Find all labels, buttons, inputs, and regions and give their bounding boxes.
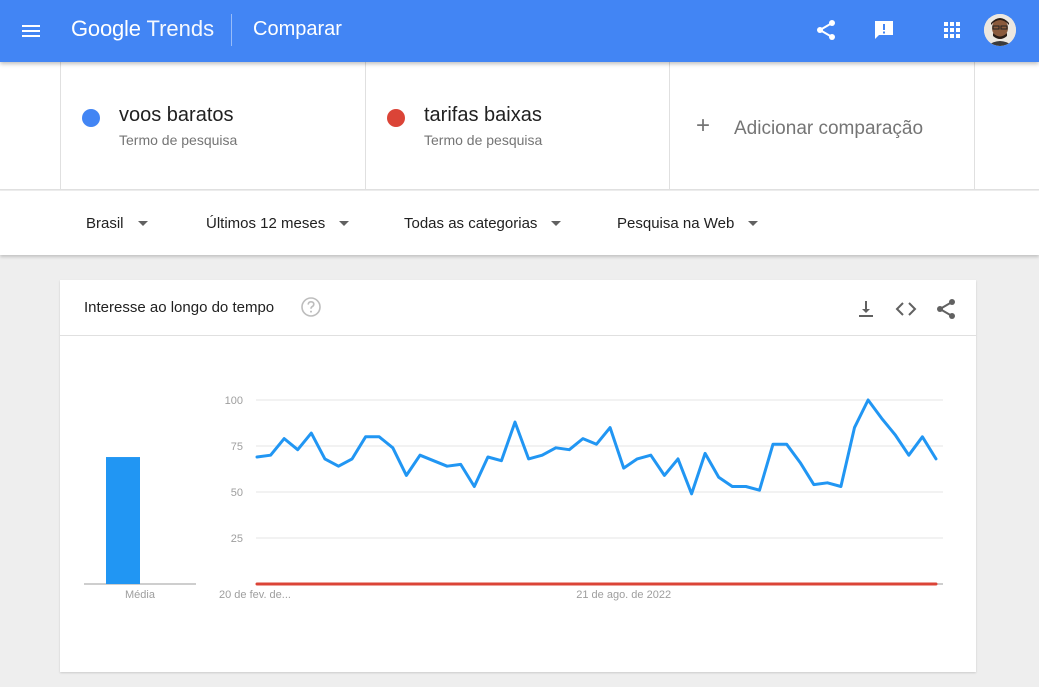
term-color-dot [82, 109, 100, 127]
search-type-dropdown[interactable]: Pesquisa na Web [617, 215, 759, 232]
help-icon[interactable] [300, 296, 322, 318]
share-icon[interactable] [814, 18, 838, 42]
y-tick-label: 25 [231, 533, 243, 545]
y-tick-label: 75 [231, 441, 243, 453]
period-label: Últimos 12 meses [206, 215, 326, 232]
search-term-card[interactable]: tarifas baixas Termo de pesquisa [365, 62, 669, 190]
download-icon[interactable] [854, 297, 878, 321]
embed-code-icon[interactable] [894, 297, 918, 321]
category-label: Todas as categorias [404, 215, 538, 232]
dropdown-caret-icon [748, 220, 759, 226]
term-name: tarifas baixas [424, 104, 542, 126]
header-divider [231, 14, 232, 46]
comparison-bar: voos baratos Termo de pesquisa tarifas b… [0, 62, 1039, 190]
app-header: Google Trends Comparar [0, 0, 1039, 62]
google-trends-logo[interactable]: Google Trends [71, 16, 214, 42]
average-bar [106, 457, 140, 584]
search-type-label: Pesquisa na Web [617, 215, 735, 232]
card-title: Interesse ao longo do tempo [84, 299, 275, 316]
term-subtitle: Termo de pesquisa [119, 132, 238, 148]
dropdown-caret-icon [339, 220, 350, 226]
term-name: voos baratos [119, 104, 234, 126]
user-avatar[interactable] [984, 14, 1016, 46]
apps-grid-icon[interactable] [940, 18, 964, 42]
dropdown-caret-icon [551, 220, 562, 226]
share-icon[interactable] [934, 297, 958, 321]
add-comparison-label: Adicionar comparação [734, 118, 924, 139]
y-tick-label: 50 [231, 487, 243, 499]
series-line [255, 398, 938, 496]
add-icon: + [696, 112, 711, 139]
add-comparison-button[interactable]: + Adicionar comparação [669, 62, 975, 190]
x-tick-label: 21 de ago. de 2022 [576, 589, 671, 601]
search-term-card[interactable]: voos baratos Termo de pesquisa [60, 62, 365, 190]
filter-bar: Brasil Últimos 12 meses Todas as categor… [0, 191, 1039, 255]
line-chart: 100 75 50 25 Média 20 de fev. de... 21 de ago.… [60, 336, 976, 672]
region-label: Brasil [86, 215, 124, 232]
page-title: Comparar [253, 18, 342, 40]
chart-svg: 100 75 50 25 Média 20 de fev. de... 21 de ago.… [84, 395, 943, 601]
average-label: Média [125, 589, 156, 601]
region-dropdown[interactable]: Brasil [86, 215, 148, 232]
period-dropdown[interactable]: Últimos 12 meses [206, 215, 350, 232]
y-tick-label: 100 [225, 395, 243, 407]
category-dropdown[interactable]: Todas as categorias [404, 215, 562, 232]
dropdown-caret-icon [137, 220, 148, 226]
term-subtitle: Termo de pesquisa [424, 132, 543, 148]
menu-icon[interactable] [20, 20, 44, 42]
x-tick-label: 20 de fev. de... [219, 589, 291, 601]
feedback-icon[interactable] [872, 18, 896, 42]
term-color-dot [387, 109, 405, 127]
card-header: Interesse ao longo do tempo [60, 280, 976, 336]
interest-over-time-card: Interesse ao longo do tempo 100 75 50 25 Méd… [60, 280, 976, 672]
